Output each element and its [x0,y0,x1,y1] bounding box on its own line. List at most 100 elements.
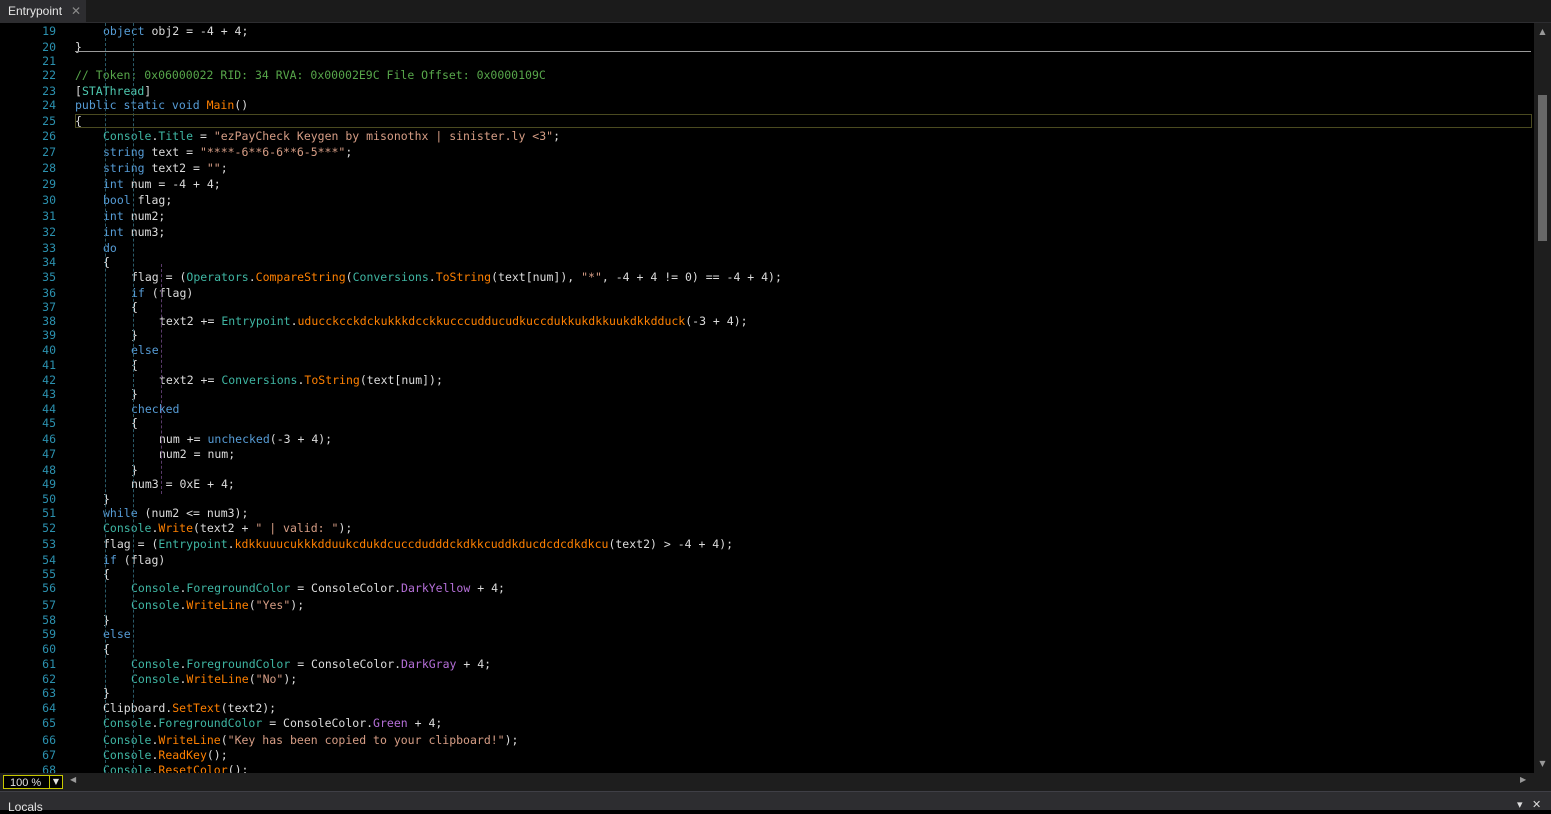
line-number: 45 [42,416,56,430]
code-token: int [103,177,124,191]
line-number: 63 [42,686,56,700]
code-line[interactable]: 22 // Token: 0x06000022 RID: 34 RVA: 0x00… [0,67,1534,83]
line-number: 24 [42,98,56,112]
code-line[interactable]: 26 Console.Title = "ezPayCheck Keygen by … [0,128,1534,144]
line-number: 27 [42,145,56,159]
code-token: ResetColor [158,763,228,773]
code-line[interactable]: 64 Clipboard.SetText(text2); [0,700,1534,716]
code-line[interactable]: 39} [0,327,1534,343]
code-line[interactable]: 31 int num2; [0,208,1534,224]
code-line[interactable]: 40 else [0,342,1534,358]
code-token: Console [131,657,180,671]
code-token: WriteLine [158,733,221,747]
code-line[interactable]: 35 flag = (Operators.CompareString(Conver… [0,269,1534,285]
code-token: text2 += [159,373,222,387]
code-line[interactable]: 45{ [0,415,1534,431]
code-token: Title [158,129,194,143]
code-line[interactable]: 24 public static void Main() [0,97,1534,113]
code-line[interactable]: 47 num2 = num; [0,446,1534,462]
line-number: 57 [42,598,56,612]
arrow-up-icon[interactable]: ▲ [1534,25,1551,39]
code-token: ; [220,161,228,175]
code-line[interactable]: 34{ [0,254,1534,270]
code-token: flag; [130,193,173,207]
code-line[interactable]: 32 int num3; [0,224,1534,240]
tab-entrypoint[interactable]: Entrypoint ✕ [0,0,86,22]
code-token: num += [159,432,208,446]
code-text: Clipboard.SetText(text2); [103,700,276,716]
code-token: ReadKey [158,748,207,762]
line-number: 51 [42,506,56,520]
tab-label: Entrypoint [8,4,63,18]
code-token: "*" [581,270,602,284]
code-line[interactable]: 61 Console.ForegroundColor = ConsoleColor… [0,656,1534,672]
line-number: 40 [42,343,56,357]
code-editor[interactable]: 19 object obj2 = -4 + 4; 20} 21 22// Token: … [0,23,1534,773]
code-line[interactable]: 59 else [0,626,1534,642]
code-token: (text[num]); [359,373,443,387]
line-number: 64 [42,701,56,715]
code-line[interactable]: 49 num3 = 0xE + 4; [0,476,1534,492]
code-line[interactable]: 63} [0,685,1534,701]
indent-guide [133,23,134,773]
line-number: 68 [42,763,56,773]
code-token: DarkYellow [401,581,471,595]
zoom-select[interactable]: 100 % ▼ [3,775,63,789]
code-line[interactable]: 66 Console.WriteLine("Key has been copied… [0,732,1534,748]
chevron-down-icon[interactable]: ▼ [49,776,62,788]
horizontal-scrollbar[interactable]: 100 % ▼ ◀ ▶ [0,773,1551,791]
arrow-right-icon[interactable]: ▶ [1520,775,1526,784]
code-line[interactable]: 52 Console.Write(text2 + " | valid: "); [0,520,1534,536]
dropdown-icon[interactable]: ▾ [1517,798,1523,811]
code-token: Green [373,716,408,730]
code-token: Entrypoint [221,314,291,328]
code-token: + 4; [456,657,492,671]
code-text: flag = (Entrypoint.kdkkuuucukkkdduukcduk… [103,536,733,552]
line-number: 41 [42,358,56,372]
code-line[interactable]: 41{ [0,357,1534,373]
code-line[interactable]: 68 Console.ResetColor(); [0,762,1534,773]
code-text: Console.ForegroundColor = ConsoleColor.D… [131,580,505,596]
code-token: flag = ( [131,270,187,284]
code-line[interactable]: 56 Console.ForegroundColor = ConsoleColor… [0,580,1534,596]
code-line[interactable]: 65 Console.ForegroundColor = ConsoleColor… [0,715,1534,731]
code-token: Console [103,716,152,730]
code-line[interactable]: 46 num += unchecked(-3 + 4); [0,431,1534,447]
line-number: 60 [42,642,56,656]
code-line[interactable]: 67 Console.ReadKey(); [0,747,1534,763]
scrollbar-thumb[interactable] [1538,95,1547,241]
code-token: Console [103,733,152,747]
code-line[interactable]: 57 Console.WriteLine("Yes"); [0,597,1534,613]
code-token: . [290,314,298,328]
code-token: CompareString [255,270,346,284]
code-line[interactable]: 27 string text = "****-6**6-6**6-5***"; [0,144,1534,160]
code-token: (text2) > -4 + 4); [608,537,734,551]
code-text: flag = (Operators.CompareString(Conversi… [131,269,782,285]
line-number: 28 [42,161,56,175]
vertical-scrollbar[interactable]: ▲ ▼ [1534,23,1551,773]
arrow-left-icon[interactable]: ◀ [70,775,76,784]
close-icon[interactable]: ✕ [71,0,81,22]
code-token: . [428,270,436,284]
code-text: Console.ReadKey(); [103,747,228,763]
code-line[interactable]: 53 flag = (Entrypoint.kdkkuuucukkkdduukcd… [0,536,1534,552]
code-token: (flag) [144,286,194,300]
code-token: bool [103,193,131,207]
arrow-down-icon[interactable]: ▼ [1534,757,1551,771]
code-line[interactable]: 19 object obj2 = -4 + 4; [0,23,1534,39]
code-token: WriteLine [186,598,249,612]
code-token: ; [345,145,353,159]
close-icon[interactable]: ✕ [1532,798,1541,811]
code-line[interactable]: 60{ [0,641,1534,657]
code-line[interactable]: 43} [0,386,1534,402]
code-line[interactable]: 51 while (num2 <= num3); [0,505,1534,521]
code-token: () [234,98,249,112]
code-line[interactable]: 30 bool flag; [0,192,1534,208]
code-text: object obj2 = -4 + 4; [103,23,248,39]
code-text: Console.Write(text2 + " | valid: "); [103,520,352,536]
code-token: ] [144,84,152,98]
code-line[interactable]: 28 string text2 = ""; [0,160,1534,176]
code-token: = ConsoleColor. [290,581,402,595]
code-token: (text2); [220,701,277,715]
code-line[interactable]: 29 int num = -4 + 4; [0,176,1534,192]
